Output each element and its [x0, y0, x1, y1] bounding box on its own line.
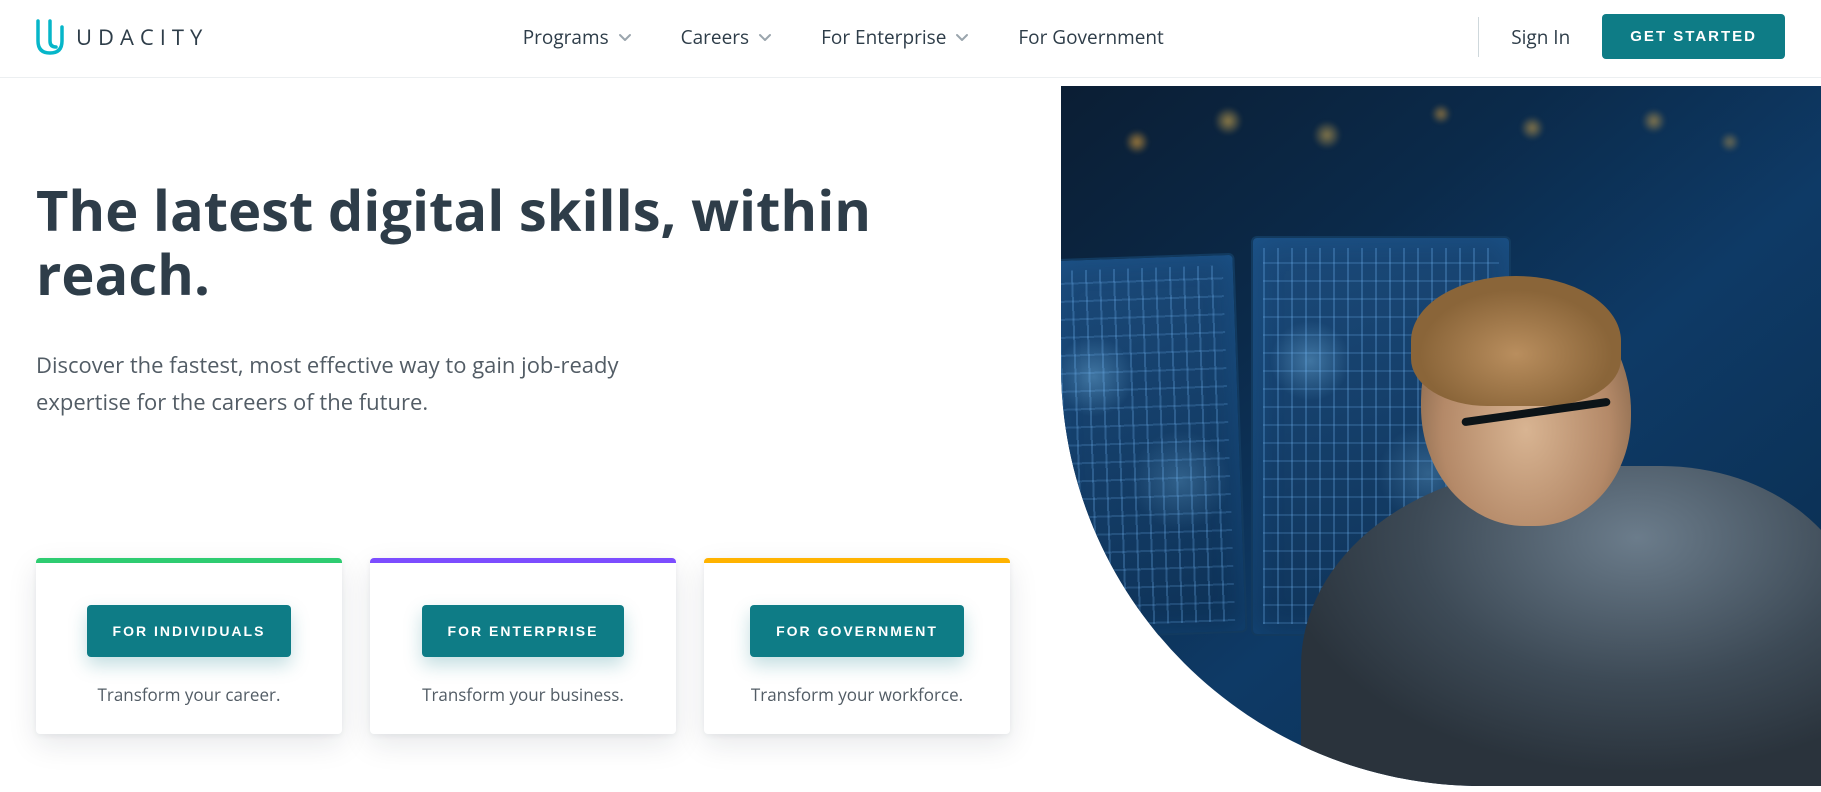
card-caption: Transform your workforce. [704, 683, 1010, 706]
hero-copy: The latest digital skills, within reach.… [36, 178, 956, 422]
card-caption: Transform your business. [370, 683, 676, 706]
nav-item-government[interactable]: For Government [1018, 24, 1163, 50]
for-government-button[interactable]: FOR GOVERNMENT [750, 605, 964, 657]
primary-nav: Programs Careers For Enterprise For Gove… [523, 24, 1164, 50]
vertical-divider [1478, 17, 1479, 57]
hero-image [1061, 86, 1821, 786]
card-accent-bar [370, 558, 676, 563]
sign-in-link[interactable]: Sign In [1511, 24, 1570, 50]
logo-text: UDACITY [76, 22, 208, 52]
person-illustration [1301, 266, 1821, 786]
nav-item-programs[interactable]: Programs [523, 24, 633, 50]
card-accent-bar [36, 558, 342, 563]
for-individuals-button[interactable]: FOR INDIVIDUALS [87, 605, 292, 657]
nav-label: For Government [1018, 24, 1163, 50]
hero-title: The latest digital skills, within reach. [36, 178, 956, 307]
udacity-logo-icon [36, 19, 66, 55]
nav-item-careers[interactable]: Careers [681, 24, 773, 50]
card-individuals: FOR INDIVIDUALS Transform your career. [36, 558, 342, 734]
audience-cards: FOR INDIVIDUALS Transform your career. F… [36, 558, 1010, 734]
site-header: UDACITY Programs Careers For Enterprise … [0, 0, 1821, 78]
logo-link[interactable]: UDACITY [36, 19, 208, 55]
chevron-down-icon [954, 29, 970, 45]
for-enterprise-button[interactable]: FOR ENTERPRISE [422, 605, 625, 657]
chevron-down-icon [617, 29, 633, 45]
monitor-illustration [1061, 253, 1248, 639]
nav-item-enterprise[interactable]: For Enterprise [821, 24, 970, 50]
card-accent-bar [704, 558, 1010, 563]
header-right: Sign In GET STARTED [1478, 14, 1785, 59]
chevron-down-icon [757, 29, 773, 45]
hero-subtitle: Discover the fastest, most effective way… [36, 347, 716, 422]
hero-section: The latest digital skills, within reach.… [0, 78, 1821, 422]
card-caption: Transform your career. [36, 683, 342, 706]
nav-label: For Enterprise [821, 24, 946, 50]
get-started-button[interactable]: GET STARTED [1602, 14, 1785, 59]
card-enterprise: FOR ENTERPRISE Transform your business. [370, 558, 676, 734]
card-government: FOR GOVERNMENT Transform your workforce. [704, 558, 1010, 734]
nav-label: Careers [681, 24, 749, 50]
nav-label: Programs [523, 24, 609, 50]
